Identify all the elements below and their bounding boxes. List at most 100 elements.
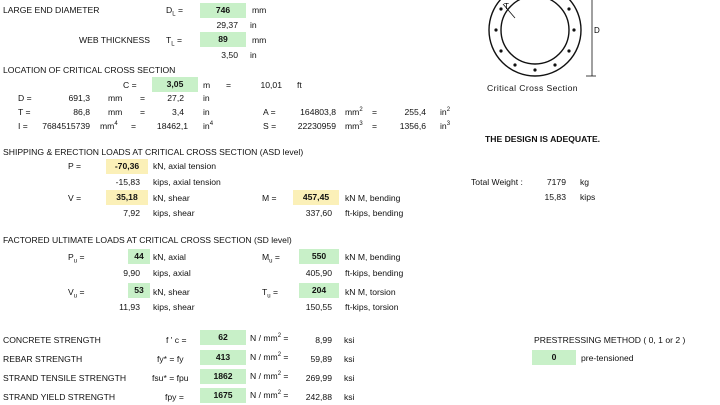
prestressing-method-input[interactable]: 0 [532,350,576,365]
mu-kn-unit: kN M, bending [345,252,401,262]
t-eq: = [140,107,146,117]
p-kn-unit: kN, axial tension [153,161,217,171]
diagram-d-label: D [594,26,600,35]
p-kips-value: -15,83 [115,177,140,187]
rebar-strength-label: REBAR STRENGTH [3,354,83,364]
tl-mm-input[interactable]: 89 [200,32,246,47]
pu-kn-input[interactable]: 44 [128,249,150,264]
strand-tensile-ksi-unit: ksi [344,373,355,383]
vu-kips-value: 11,93 [119,302,140,312]
s-mm-value: 22230959 [297,121,336,131]
a-label: A = [263,107,276,117]
m-kn-unit: kN M, bending [345,193,401,203]
mu-ftk-unit: ft-kips, bending [345,268,404,278]
p-label: P = [68,161,81,171]
a-mm-unit: mm2 [345,107,363,117]
p-kn-value: -70,36 [106,159,148,174]
rebar-ksi-unit: ksi [344,354,355,364]
factored-title: FACTORED ULTIMATE LOADS AT CRITICAL CROS… [3,235,292,245]
mu-kn-input[interactable]: 550 [299,249,339,264]
cross-section-diagram: D T [488,0,600,77]
i-in-unit: in4 [203,121,214,131]
tu-ftk-unit: ft-kips, torsion [345,302,399,312]
v-kips-value: 7,92 [123,208,140,218]
t-in-unit: in [203,107,210,117]
vu-kn-input[interactable]: 53 [128,283,150,298]
a-eq: = [372,107,378,117]
s-in-value: 1356,6 [399,121,426,131]
d-label: D = [18,93,32,103]
a-in-unit: in2 [440,107,451,117]
diagram-caption: Critical Cross Section [487,83,578,93]
strand-yield-ksi-unit: ksi [344,392,355,402]
prestressing-method-desc: pre-tensioned [581,353,634,363]
tl-symbol: TL = [166,35,183,48]
tu-symbol: Tu = [262,287,279,300]
rebar-input[interactable]: 413 [200,350,246,365]
dl-in-value: 29,37 [216,20,238,30]
tl-in-value: 3,50 [221,50,238,60]
concrete-nmm-unit: N / mm2 = [250,333,289,343]
rebar-ksi-value: 59,89 [310,354,332,364]
v-kn-unit: kN, shear [153,193,190,203]
strand-yield-input[interactable]: 1675 [200,388,246,403]
pipe-section-icon [488,0,596,77]
dl-mm-input[interactable]: 746 [200,3,246,18]
m-label: M = [262,193,277,203]
s-mm-unit: mm3 [345,121,363,131]
prestressing-method-label: PRESTRESSING METHOD ( 0, 1 or 2 ) [534,335,686,345]
strand-tensile-label: STRAND TENSILE STRENGTH [3,373,127,383]
d-in-value: 27,2 [167,93,184,103]
d-in-unit: in [203,93,210,103]
vu-kips-unit: kips, shear [153,302,195,312]
pu-symbol: Pu = [68,252,85,265]
concrete-input[interactable]: 62 [200,330,246,345]
a-in-value: 255,4 [404,107,426,117]
c-label: C = [123,80,137,90]
tu-kn-input[interactable]: 204 [299,283,339,298]
c-unit: m [203,80,211,90]
i-in-value: 18462,1 [156,121,188,131]
strand-tensile-symbol: fsu* = fpu [152,373,189,383]
diagram-t-label: T [504,2,509,11]
strand-yield-symbol: fpy = [165,392,184,402]
d-mm-unit: mm [108,93,123,103]
c-ft-unit: ft [297,80,302,90]
concrete-symbol: f ' c = [166,335,187,345]
strand-yield-ksi-value: 242,88 [305,392,332,402]
mu-symbol: Mu = [262,252,280,265]
t-label: T = [18,107,31,117]
strand-tensile-nmm-unit: N / mm2 = [250,371,289,381]
total-weight-kips-value: 15,83 [544,192,566,202]
m-ftk-value: 337,60 [305,208,332,218]
total-weight-kips-unit: kips [580,192,596,202]
concrete-ksi-value: 8,99 [315,335,332,345]
c-input[interactable]: 3,05 [152,77,198,92]
p-kips-unit: kips, axial tension [153,177,221,187]
tu-ftk-value: 150,55 [305,302,332,312]
t-mm-unit: mm [108,107,123,117]
pu-kn-unit: kN, axial [153,252,186,262]
total-weight-kg-unit: kg [580,177,590,187]
s-eq: = [372,121,378,131]
mu-ftk-value: 405,90 [305,268,332,278]
strand-yield-nmm-unit: N / mm2 = [250,390,289,400]
strand-tensile-ksi-value: 269,99 [305,373,332,383]
total-weight-kg-value: 7179 [546,177,566,187]
design-status: THE DESIGN IS ADEQUATE. [485,134,601,144]
s-label: S = [263,121,277,131]
tu-kn-unit: kN M, torsion [345,287,396,297]
rebar-nmm-unit: N / mm2 = [250,352,289,362]
strand-tensile-input[interactable]: 1862 [200,369,246,384]
shipping-title: SHIPPING & ERECTION LOADS AT CRITICAL CR… [3,147,304,157]
tl-mm-unit: mm [252,35,267,45]
m-ftk-unit: ft-kips, bending [345,208,404,218]
i-eq: = [131,121,137,131]
c-eq: = [226,80,232,90]
d-mm-value: 691,3 [68,93,90,103]
s-in-unit: in3 [440,121,451,131]
d-eq: = [140,93,146,103]
i-mm-unit: mm4 [100,121,118,131]
total-weight-label: Total Weight : [471,177,523,187]
strand-yield-label: STRAND YIELD STRENGTH [3,392,116,402]
